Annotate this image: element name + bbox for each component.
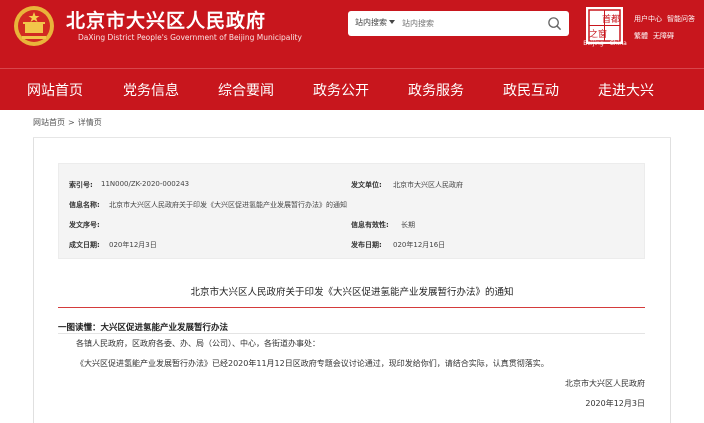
breadcrumb-separator: > (68, 118, 75, 127)
document-title: 北京市大兴区人民政府关于印发《大兴区促进氢能产业发展暂行办法》的通知 (190, 287, 514, 298)
logo-caption: Beijing—China (583, 40, 627, 47)
chevron-down-icon[interactable] (389, 20, 395, 24)
reading-guide-prefix: 一图读懂： (58, 323, 101, 333)
nav-item-about-daxing[interactable]: 走进大兴 (598, 80, 654, 100)
accessibility-link[interactable]: 无障碍 (653, 32, 674, 40)
reading-guide-link[interactable]: 大兴区促进氢能产业发展暂行办法 (101, 323, 229, 333)
content-top-border (33, 137, 671, 138)
nav-item-home[interactable]: 网站首页 (27, 80, 83, 100)
main-nav: 网站首页 党务信息 综合要闻 政务公开 政务服务 政民互动 走进大兴 (0, 68, 704, 110)
document-info-table: 索引号: 11N000/ZK-2020-000243 发文单位: 北京市大兴区人… (58, 163, 645, 259)
logo-glyph-top: 首都 (602, 13, 620, 25)
title-divider (58, 307, 645, 308)
info-name-value: 北京市大兴区人民政府关于印发《大兴区促进氢能产业发展暂行办法》的通知 (109, 201, 347, 209)
published-date-value: 020年12月16日 (393, 241, 446, 249)
breadcrumb-current: 详情页 (77, 118, 102, 127)
search-scope-select[interactable]: 站内搜索 (355, 17, 387, 28)
nav-item-services[interactable]: 政务服务 (408, 80, 464, 100)
validity-label: 信息有效性: (351, 221, 389, 229)
document-greeting: 各镇人民政府，区政府各委、办、局（公司）、中心，各街道办事处： (76, 339, 320, 348)
validity-value: 长期 (401, 221, 415, 229)
document-date: 2020年12月3日 (585, 399, 645, 408)
logo-glyph-bottom: 之窗 (589, 28, 607, 40)
search-input[interactable] (402, 16, 542, 31)
issuer-value: 北京市大兴区人民政府 (393, 181, 463, 189)
search-icon[interactable] (547, 16, 562, 31)
user-center-link[interactable]: 用户中心 (634, 15, 662, 23)
created-date-label: 成文日期: (69, 241, 100, 249)
breadcrumb: 网站首页 > 详情页 (33, 117, 102, 128)
info-name-label: 信息名称: (69, 201, 100, 209)
traditional-chinese-link[interactable]: 繁體 (634, 32, 648, 40)
capital-window-logo-icon: 首都 之窗 (588, 9, 621, 42)
content-left-border (33, 138, 34, 423)
index-value: 11N000/ZK-2020-000243 (101, 180, 190, 188)
nav-item-interaction[interactable]: 政民互动 (503, 80, 559, 100)
content-right-border (670, 138, 671, 423)
index-label: 索引号: (69, 181, 93, 189)
breadcrumb-home-link[interactable]: 网站首页 (33, 118, 65, 127)
national-emblem-icon (14, 6, 54, 46)
utility-links: 用户中心 智能问答 繁體 无障碍 (634, 11, 700, 45)
smart-qa-link[interactable]: 智能问答 (667, 15, 695, 23)
reading-divider (58, 333, 645, 334)
published-date-label: 发布日期: (351, 241, 382, 249)
site-subtitle: DaXing District People's Government of B… (78, 33, 302, 42)
document-body: 《大兴区促进氢能产业发展暂行办法》已经2020年11月12日区政府专题会议讨论通… (76, 359, 549, 368)
site-title[interactable]: 北京市大兴区人民政府 (66, 6, 266, 33)
nav-item-party-affairs[interactable]: 党务信息 (123, 80, 179, 100)
site-header: 北京市大兴区人民政府 DaXing District People's Gove… (0, 0, 704, 68)
nav-item-disclosure[interactable]: 政务公开 (313, 80, 369, 100)
capital-window-logo[interactable]: 首都 之窗 (586, 7, 623, 44)
issuer-label: 发文单位: (351, 181, 382, 189)
document-signature: 北京市大兴区人民政府 (565, 379, 645, 388)
doc-number-label: 发文序号: (69, 221, 100, 229)
search-box: 站内搜索 (348, 11, 569, 36)
reading-guide: 一图读懂：大兴区促进氢能产业发展暂行办法 (58, 321, 228, 333)
created-date-value: 020年12月3日 (109, 241, 157, 249)
nav-item-news[interactable]: 综合要闻 (218, 80, 274, 100)
